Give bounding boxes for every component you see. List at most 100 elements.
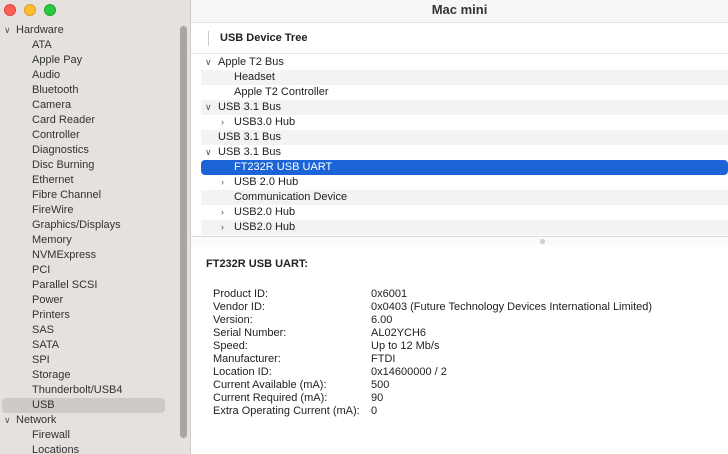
field-key: Version: (213, 314, 253, 326)
sidebar-tree: ∨ Hardware ATA Apple Pay Audio Bluetooth … (0, 23, 180, 454)
section-title: USB Device Tree (191, 23, 728, 54)
sidebar-section-label: Hardware (16, 24, 64, 36)
field-key: Manufacturer: (213, 353, 281, 365)
chevron-down-icon[interactable]: ∨ (205, 55, 218, 70)
tree-row-label: USB2.0 Hub (234, 221, 296, 233)
sidebar-item-diagnostics[interactable]: Diagnostics (0, 143, 180, 158)
sidebar-item-parallel-scsi[interactable]: Parallel SCSI (0, 278, 180, 293)
field-value: Up to 12 Mb/s (371, 340, 440, 352)
tree-row-label: Communication Device (234, 191, 348, 203)
window-title: Mac mini (191, 0, 728, 23)
details-fields: Product ID: 0x6001 Vendor ID: 0x0403 (Fu… (206, 288, 721, 418)
sidebar: ∨ Hardware ATA Apple Pay Audio Bluetooth … (0, 0, 191, 454)
chevron-right-icon[interactable]: › (221, 220, 234, 235)
tree-row-apple-t2-controller[interactable]: Apple T2 Controller (201, 85, 728, 100)
sidebar-item-camera[interactable]: Camera (0, 98, 180, 113)
tree-row-usb3-0-hub[interactable]: › USB3.0 Hub (201, 115, 728, 130)
sidebar-item-card-reader[interactable]: Card Reader (0, 113, 180, 128)
sidebar-item-graphics-displays[interactable]: Graphics/Displays (0, 218, 180, 233)
sidebar-section-hardware[interactable]: ∨ Hardware (0, 23, 180, 38)
sidebar-item-sata[interactable]: SATA (0, 338, 180, 353)
sidebar-item-sas[interactable]: SAS (0, 323, 180, 338)
tree-row-label: Apple T2 Bus (218, 56, 284, 68)
sidebar-item-spi[interactable]: SPI (0, 353, 180, 368)
field-value: 90 (371, 392, 384, 404)
field-key: Extra Operating Current (mA): (213, 405, 360, 417)
tree-row-label: USB 2.0 Hub (234, 176, 299, 188)
field-value: 0x0403 (Future Technology Devices Intern… (371, 301, 653, 313)
field-key: Current Required (mA): (213, 392, 328, 404)
tree-row-label: USB 3.1 Bus (218, 131, 281, 143)
field-key: Speed: (213, 340, 248, 352)
sidebar-item-firewall[interactable]: Firewall (0, 428, 180, 443)
tree-row-label: USB 3.1 Bus (218, 146, 281, 158)
sidebar-section-label: Network (16, 414, 57, 426)
tree-row-label: USB 3.1 Bus (218, 101, 281, 113)
details-title: FT232R USB UART: (206, 258, 309, 270)
field-key: Vendor ID: (213, 301, 265, 313)
tree-row-label: USB2.0 Hub (234, 206, 296, 218)
field-value: 0x6001 (371, 288, 408, 300)
sidebar-item-nvmexpress[interactable]: NVMExpress (0, 248, 180, 263)
field-value: 500 (371, 379, 390, 391)
chevron-down-icon[interactable]: ∨ (4, 23, 16, 38)
device-details: FT232R USB UART: Product ID: 0x6001 Vend… (206, 258, 721, 418)
chevron-down-icon[interactable]: ∨ (4, 413, 16, 428)
sidebar-section-network[interactable]: ∨ Network (0, 413, 180, 428)
pane-splitter[interactable] (191, 236, 728, 245)
minimize-window-button[interactable] (24, 4, 36, 16)
chevron-right-icon[interactable]: › (221, 175, 234, 190)
splitter-handle-icon[interactable] (540, 239, 545, 244)
sidebar-item-usb[interactable]: USB (2, 398, 165, 413)
chevron-down-icon[interactable]: ∨ (205, 145, 218, 160)
field-value: 6.00 (371, 314, 393, 326)
tree-row-headset[interactable]: Headset (201, 70, 728, 85)
chevron-right-icon[interactable]: › (221, 115, 234, 130)
sidebar-item-bluetooth[interactable]: Bluetooth (0, 83, 180, 98)
chevron-down-icon[interactable]: ∨ (205, 100, 218, 115)
sidebar-item-disc-burning[interactable]: Disc Burning (0, 158, 180, 173)
sidebar-item-ata[interactable]: ATA (0, 38, 180, 53)
zoom-window-button[interactable] (44, 4, 56, 16)
sidebar-item-pci[interactable]: PCI (0, 263, 180, 278)
field-value: 0x14600000 / 2 (371, 366, 447, 378)
usb-device-tree: ∨ Apple T2 Bus Headset Apple T2 Controlle… (191, 55, 728, 235)
sidebar-item-power[interactable]: Power (0, 293, 180, 308)
field-value: AL02YCH6 (371, 327, 427, 339)
sidebar-item-firewire[interactable]: FireWire (0, 203, 180, 218)
tree-row-label: USB3.0 Hub (234, 116, 296, 128)
tree-row-usb-3-1-bus[interactable]: USB 3.1 Bus (201, 130, 728, 145)
sidebar-scrollbar[interactable] (180, 26, 187, 438)
tree-row-usb-3-1-bus[interactable]: ∨ USB 3.1 Bus (201, 145, 728, 160)
tree-row-apple-t2-bus[interactable]: ∨ Apple T2 Bus (201, 55, 728, 70)
chevron-right-icon[interactable]: › (221, 205, 234, 220)
tree-row-usb-3-1-bus[interactable]: ∨ USB 3.1 Bus (201, 100, 728, 115)
field-key: Location ID: (213, 366, 272, 378)
sidebar-item-thunderbolt-usb4[interactable]: Thunderbolt/USB4 (0, 383, 180, 398)
tree-row-label: Headset (234, 71, 275, 83)
sidebar-item-locations[interactable]: Locations (0, 443, 180, 454)
sidebar-item-controller[interactable]: Controller (0, 128, 180, 143)
tree-row-usb2-0-hub[interactable]: › USB2.0 Hub (201, 220, 728, 235)
window-controls (4, 4, 56, 16)
tree-row-usb-2-0-hub[interactable]: › USB 2.0 Hub (201, 175, 728, 190)
close-window-button[interactable] (4, 4, 16, 16)
sidebar-item-fibre-channel[interactable]: Fibre Channel (0, 188, 180, 203)
sidebar-item-apple-pay[interactable]: Apple Pay (0, 53, 180, 68)
tree-row-label: FT232R USB UART (234, 161, 333, 173)
field-key: Current Available (mA): (213, 379, 327, 391)
main-panel: Mac mini USB Device Tree ∨ Apple T2 Bus H… (191, 0, 728, 454)
sidebar-item-storage[interactable]: Storage (0, 368, 180, 383)
tree-row-label: Apple T2 Controller (234, 86, 329, 98)
sidebar-item-memory[interactable]: Memory (0, 233, 180, 248)
field-value: 0 (371, 405, 378, 417)
field-key: Product ID: (213, 288, 269, 300)
tree-row-communication-device[interactable]: Communication Device (201, 190, 728, 205)
tree-row-usb2-0-hub[interactable]: › USB2.0 Hub (201, 205, 728, 220)
sidebar-item-audio[interactable]: Audio (0, 68, 180, 83)
field-value: FTDI (371, 353, 396, 365)
sidebar-item-printers[interactable]: Printers (0, 308, 180, 323)
sidebar-item-ethernet[interactable]: Ethernet (0, 173, 180, 188)
tree-row-ft232r-usb-uart[interactable]: FT232R USB UART (201, 160, 728, 175)
field-key: Serial Number: (213, 327, 287, 339)
